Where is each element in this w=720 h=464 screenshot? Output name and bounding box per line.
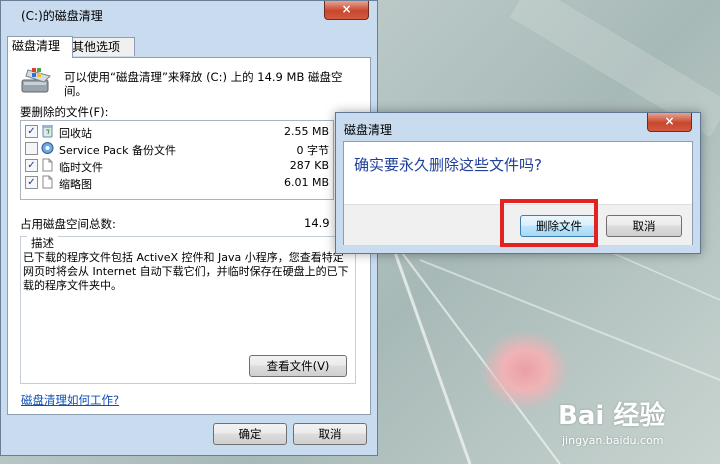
list-item-thumbnails[interactable]: ✓ 缩略图 6.01 MB <box>21 174 333 191</box>
dialog-title: 磁盘清理 <box>344 123 393 137</box>
checkbox[interactable]: ✓ <box>25 176 38 189</box>
tab-more-options[interactable]: 其他选项 <box>67 37 135 56</box>
list-item-temp-files[interactable]: ✓ 临时文件 287 KB <box>21 157 333 174</box>
description-text: 已下载的程序文件包括 ActiveX 控件和 Java 小程序，您查看特定网页时… <box>23 251 349 292</box>
list-item-service-pack[interactable]: Service Pack 备份文件 0 字节 <box>21 140 333 157</box>
baidu-jingyan-watermark: Bai 经验 jingyan.baidu.com <box>558 395 665 447</box>
file-list[interactable]: ✓ 回收站 2.55 MB Service Pack 备份文件 0 字节 ✓ 临… <box>20 120 334 200</box>
title-bar[interactable]: (C:)的磁盘清理 × <box>1 1 377 31</box>
file-name: Service Pack 备份文件 <box>59 144 176 157</box>
files-to-delete-label: 要删除的文件(F): <box>20 105 109 119</box>
help-link[interactable]: 磁盘清理如何工作? <box>21 392 119 408</box>
file-size: 2.55 MB <box>283 125 329 138</box>
flower-decoration <box>480 330 570 410</box>
window-title: (C:)的磁盘清理 <box>21 9 103 23</box>
document-icon <box>42 175 53 189</box>
service-pack-icon <box>41 142 54 154</box>
highlight-box <box>500 199 598 247</box>
description-title: 描述 <box>27 235 58 251</box>
document-icon <box>42 158 53 172</box>
watermark-url: jingyan.baidu.com <box>562 434 664 447</box>
watermark-logo: Bai 经验 <box>558 401 666 431</box>
list-item-recycle-bin[interactable]: ✓ 回收站 2.55 MB <box>21 123 333 140</box>
file-name: 临时文件 <box>59 161 103 174</box>
cancel-button[interactable]: 取消 <box>293 423 367 445</box>
disk-cleanup-icon <box>21 68 51 93</box>
file-size: 6.01 MB <box>283 176 329 189</box>
tab-disk-cleanup[interactable]: 磁盘清理 <box>7 36 73 58</box>
file-name: 回收站 <box>59 127 92 140</box>
close-button[interactable]: × <box>324 1 369 20</box>
space-total-value: 14.9 <box>304 216 330 230</box>
dialog-close-button[interactable]: × <box>647 113 692 132</box>
intro-text: 可以使用“磁盘清理”来释放 (C:) 上的 14.9 MB 磁盘空间。 <box>64 70 343 98</box>
recycle-bin-icon <box>42 125 53 138</box>
space-total-label: 占用磁盘空间总数: <box>20 217 116 231</box>
checkbox[interactable]: ✓ <box>25 125 38 138</box>
dialog-message: 确实要永久删除这些文件吗? <box>354 156 542 174</box>
description-group: 描述 已下载的程序文件包括 ActiveX 控件和 Java 小程序，您查看特定… <box>20 235 356 384</box>
disk-cleanup-window: (C:)的磁盘清理 × 磁盘清理 其他选项 可以使用“磁盘清理”来释放 (C:)… <box>0 0 378 456</box>
checkbox[interactable]: ✓ <box>25 159 38 172</box>
file-size: 287 KB <box>289 159 329 172</box>
file-name: 缩略图 <box>59 178 92 191</box>
tab-panel: 可以使用“磁盘清理”来释放 (C:) 上的 14.9 MB 磁盘空间。 要删除的… <box>7 57 371 415</box>
checkbox[interactable] <box>25 142 38 155</box>
ok-button[interactable]: 确定 <box>213 423 287 445</box>
dialog-cancel-button[interactable]: 取消 <box>606 215 682 237</box>
file-size: 0 字节 <box>296 144 330 157</box>
view-files-button[interactable]: 查看文件(V) <box>249 355 347 377</box>
